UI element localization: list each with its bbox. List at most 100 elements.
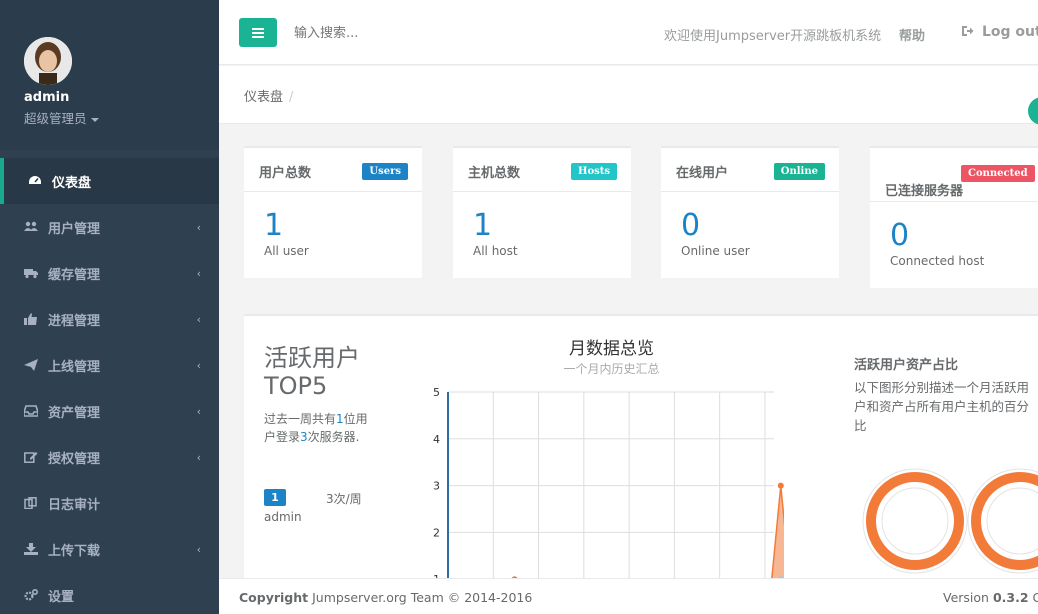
rank-badge: 1 bbox=[264, 489, 286, 506]
top5-desc-users: 1 bbox=[336, 412, 344, 426]
side-description: 以下图形分别描述一个月活跃用户和资产占所有用户主机的百分比 bbox=[854, 380, 1030, 433]
stat-value: 1 bbox=[264, 208, 284, 243]
sidebar-item-1[interactable]: 用户管理 ‹ bbox=[0, 204, 219, 250]
stat-box-header: 在线用户 Online bbox=[661, 148, 839, 192]
chevron-left-icon: ‹ bbox=[196, 221, 201, 234]
sidebar-item-0[interactable]: 仪表盘 bbox=[0, 158, 219, 204]
sidebar-item-5[interactable]: 资产管理 ‹ bbox=[0, 388, 219, 434]
stat-title: 主机总数 bbox=[468, 166, 521, 181]
sidebar-item-8[interactable]: 上传下载 ‹ bbox=[0, 526, 219, 572]
inbox-icon bbox=[24, 404, 38, 418]
sidebar-item-3[interactable]: 进程管理 ‹ bbox=[0, 296, 219, 342]
breadcrumb: 仪表盘 / bbox=[244, 86, 293, 105]
profile-role-dropdown[interactable]: 超级管理员 bbox=[24, 108, 99, 127]
stat-box-connected: 已连接服务器 Connected 0 Connected host bbox=[870, 146, 1038, 288]
sidebar-item-label: 缓存管理 bbox=[48, 267, 101, 283]
profile-name: admin bbox=[24, 90, 70, 105]
sidebar-item-label: 上线管理 bbox=[48, 359, 101, 375]
paper-plane-icon bbox=[24, 358, 38, 372]
chevron-left-icon: ‹ bbox=[196, 451, 201, 464]
chevron-left-icon: ‹ bbox=[196, 405, 201, 418]
caret-down-icon bbox=[90, 117, 99, 122]
stat-box-users: 用户总数 Users 1 All user bbox=[244, 146, 422, 278]
settings-toggle-button[interactable] bbox=[1028, 97, 1038, 125]
sidebar-item-7[interactable]: 日志审计 bbox=[0, 480, 219, 526]
search-input[interactable] bbox=[294, 22, 594, 44]
hosts-ring-inner bbox=[986, 487, 1038, 555]
sidebar-item-label: 用户管理 bbox=[48, 221, 101, 237]
stat-title: 已连接服务器 bbox=[885, 184, 964, 199]
chevron-left-icon: ‹ bbox=[196, 267, 201, 280]
side-title: 活跃用户资产占比 bbox=[854, 358, 959, 373]
stat-caption: All host bbox=[473, 244, 518, 258]
stat-box-header: 已连接服务器 Connected bbox=[870, 148, 1038, 202]
sidebar-item-label: 设置 bbox=[48, 589, 75, 605]
stat-box-header: 主机总数 Hosts bbox=[453, 148, 631, 192]
stat-badge: Connected bbox=[961, 165, 1035, 182]
stat-badge: Users bbox=[362, 163, 408, 180]
breadcrumb-separator: / bbox=[289, 90, 294, 105]
sidebar-item-9[interactable]: 设置 bbox=[0, 572, 219, 614]
sidebar-item-label: 授权管理 bbox=[48, 451, 101, 467]
stat-caption: All user bbox=[264, 244, 309, 258]
files-icon bbox=[24, 496, 38, 510]
help-link[interactable]: 帮助 bbox=[899, 25, 925, 44]
copyright-label: Copyright bbox=[239, 590, 309, 605]
top5-desc-suffix: 次服务器. bbox=[307, 430, 360, 444]
users-ring bbox=[866, 472, 964, 570]
users-ring-outer bbox=[862, 468, 968, 574]
chevron-left-icon: ‹ bbox=[196, 543, 201, 556]
sidebar-item-4[interactable]: 上线管理 ‹ bbox=[0, 342, 219, 388]
logout-label: Log out bbox=[982, 24, 1038, 40]
sidebar-item-label: 日志审计 bbox=[48, 497, 101, 513]
avatar-image bbox=[24, 37, 72, 85]
users-icon bbox=[24, 220, 38, 234]
stat-title: 用户总数 bbox=[259, 166, 312, 181]
version-license: GPL bbox=[1032, 590, 1038, 605]
copyright-text: Jumpserver.org Team © 2014-2016 bbox=[308, 590, 533, 605]
stat-badge: Online bbox=[773, 163, 825, 180]
series-0-area-1 bbox=[771, 485, 784, 578]
breadcrumb-item-dashboard[interactable]: 仪表盘 bbox=[244, 90, 283, 105]
stat-title: 在线用户 bbox=[676, 166, 729, 181]
menu-toggle-button[interactable] bbox=[239, 18, 277, 47]
profile-role-label: 超级管理员 bbox=[24, 111, 87, 126]
edit-icon bbox=[24, 450, 38, 464]
sidebar-item-label: 上传下载 bbox=[48, 543, 101, 559]
chevron-left-icon: ‹ bbox=[196, 313, 201, 326]
stat-box-online: 在线用户 Online 0 Online user bbox=[661, 146, 839, 278]
stat-caption: Connected host bbox=[890, 254, 985, 268]
logout-link[interactable]: Log out bbox=[961, 24, 1038, 40]
y-tick-label: 2 bbox=[433, 526, 440, 539]
stat-value: 1 bbox=[473, 208, 493, 243]
sidebar-nav: 仪表盘 用户管理 ‹ 缓存管理 ‹ 进程管理 ‹ 上线管理 ‹ 资产管理 ‹ 授权管理 ‹ 日志审计 上传下… bbox=[0, 158, 219, 614]
y-tick-label: 5 bbox=[433, 386, 440, 399]
users-ring-inner bbox=[881, 487, 949, 555]
ratio-rings bbox=[862, 468, 1038, 574]
rank-user[interactable]: admin bbox=[264, 510, 302, 524]
sign-out-icon bbox=[962, 26, 974, 36]
download-icon bbox=[24, 542, 38, 556]
welcome-text: 欢迎使用Jumpserver开源跳板机系统 bbox=[664, 29, 882, 44]
sidebar-item-6[interactable]: 授权管理 ‹ bbox=[0, 434, 219, 480]
top5-desc-times: 3 bbox=[300, 430, 308, 444]
sidebar-item-label: 仪表盘 bbox=[52, 175, 92, 191]
stat-box-header: 用户总数 Users bbox=[244, 148, 422, 192]
footer-copyright: Copyright Jumpserver.org Team © 2014-201… bbox=[239, 590, 532, 605]
sidebar: admin 超级管理员 仪表盘 用户管理 ‹ 缓存管理 ‹ 进程管理 ‹ 上线管理 ‹ 资产管理 ‹… bbox=[0, 0, 219, 614]
sidebar-item-label: 资产管理 bbox=[48, 405, 101, 421]
footer: Copyright Jumpserver.org Team © 2014-201… bbox=[219, 578, 1038, 614]
avatar[interactable] bbox=[24, 37, 72, 85]
footer-version: Version 0.3.2 GPL bbox=[943, 590, 1038, 605]
truck-icon bbox=[24, 266, 38, 280]
topbar: 欢迎使用Jumpserver开源跳板机系统 帮助 Log out bbox=[219, 0, 1038, 65]
page-heading: 仪表盘 / bbox=[219, 66, 1038, 125]
series-0-point-1 bbox=[777, 482, 784, 489]
sidebar-item-2[interactable]: 缓存管理 ‹ bbox=[0, 250, 219, 296]
stat-badge: Hosts bbox=[571, 163, 617, 180]
chevron-left-icon: ‹ bbox=[196, 359, 201, 372]
y-tick-label: 4 bbox=[433, 433, 440, 446]
monthly-chart: 12345 bbox=[433, 386, 784, 578]
cogs-icon bbox=[24, 588, 38, 602]
bars-icon bbox=[252, 27, 264, 38]
